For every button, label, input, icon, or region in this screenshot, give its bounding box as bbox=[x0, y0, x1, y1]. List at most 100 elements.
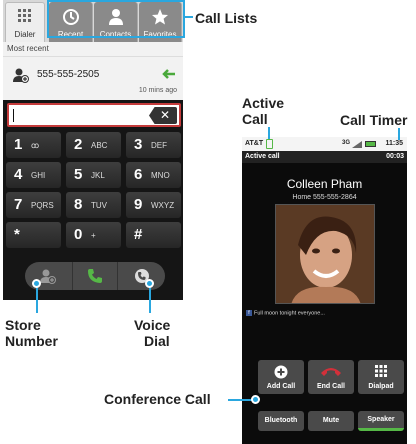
key-6[interactable]: 6 MNO bbox=[126, 162, 181, 188]
end-call-icon bbox=[321, 368, 341, 376]
tab-dialer-label: Dialer bbox=[14, 30, 36, 39]
key-letters: DEF bbox=[151, 141, 167, 150]
key-letters: + bbox=[91, 231, 96, 240]
key-letters: WXYZ bbox=[151, 201, 175, 210]
caller-name: Colleen Pham bbox=[286, 177, 363, 191]
key-9[interactable]: 9 WXYZ bbox=[126, 192, 181, 218]
key-digit: * bbox=[14, 226, 20, 243]
status-bar: AT&T 3G 11:35 bbox=[242, 137, 407, 151]
active-call-callout-line2: Call bbox=[242, 111, 268, 127]
backspace-button[interactable]: ✕ bbox=[149, 107, 177, 124]
call-lists-callout: Call Lists bbox=[195, 10, 258, 26]
key-5[interactable]: 5 JKL bbox=[66, 162, 121, 188]
key-4[interactable]: 4 GHI bbox=[6, 162, 61, 188]
section-title: Most recent bbox=[7, 44, 49, 53]
caller-photo-image bbox=[276, 205, 374, 303]
voice-dial-button[interactable] bbox=[119, 262, 165, 290]
call-status-label: Active call bbox=[245, 153, 280, 160]
voice-dial-callout-line1: Voice bbox=[134, 317, 171, 333]
mute-label: Mute bbox=[322, 417, 340, 424]
key-letters: JKL bbox=[91, 171, 105, 180]
conference-call-callout: Conference Call bbox=[104, 391, 211, 407]
recent-call-row[interactable]: 555-555-2505 10 mins ago bbox=[3, 56, 183, 100]
key-digit: 7 bbox=[14, 196, 23, 213]
callout-dot bbox=[251, 395, 260, 404]
dialpad-icon bbox=[375, 365, 387, 377]
call-timer: 00:03 bbox=[386, 153, 404, 160]
dialpad-button[interactable]: Dialpad bbox=[358, 360, 404, 394]
recent-number: 555-555-2505 bbox=[37, 69, 100, 80]
key-digit: # bbox=[134, 226, 143, 243]
active-call-callout-line1: Active bbox=[242, 95, 285, 111]
add-contact-icon bbox=[13, 68, 29, 83]
dialer-action-bar bbox=[25, 262, 165, 290]
speaker-label: Speaker bbox=[367, 416, 395, 423]
clock: 11:35 bbox=[385, 140, 403, 147]
social-status: f Full moon tonight everyone... bbox=[246, 310, 325, 316]
key-8[interactable]: 8 TUV bbox=[66, 192, 121, 218]
add-contact-icon bbox=[40, 269, 56, 284]
caller-photo bbox=[275, 204, 375, 304]
active-call-status-icon bbox=[266, 139, 273, 149]
voice-dial-callout: Voice Dial bbox=[134, 317, 170, 349]
key-letters: PQRS bbox=[31, 201, 54, 210]
callout-line bbox=[268, 127, 270, 139]
number-input[interactable]: ✕ bbox=[7, 103, 181, 127]
battery-icon bbox=[365, 141, 376, 147]
key-7[interactable]: 7 PQRS bbox=[6, 192, 61, 218]
key-digit: 9 bbox=[134, 196, 143, 213]
mute-toggle[interactable]: Mute bbox=[308, 411, 354, 431]
add-call-button[interactable]: Add Call bbox=[258, 360, 304, 394]
key-digit: 8 bbox=[74, 196, 83, 213]
incoming-call-arrow-icon bbox=[162, 69, 175, 79]
keypad-grid-icon bbox=[18, 9, 31, 22]
end-call-label: End Call bbox=[316, 383, 345, 390]
call-status-bar: Active call 00:03 bbox=[242, 151, 407, 163]
key-star[interactable]: * bbox=[6, 222, 61, 248]
dialer-screen: Dialer Recent Contacts Favorites Most re… bbox=[3, 0, 183, 300]
key-letters: ABC bbox=[91, 141, 108, 150]
bluetooth-label: Bluetooth bbox=[264, 417, 298, 424]
key-1[interactable]: 1ꝏ bbox=[6, 132, 61, 158]
speaker-toggle[interactable]: Speaker bbox=[358, 411, 404, 431]
network-label: 3G bbox=[342, 140, 351, 146]
end-call-button[interactable]: End Call bbox=[308, 360, 354, 394]
callout-line bbox=[398, 128, 400, 140]
store-number-callout: Store Number bbox=[5, 317, 58, 349]
tab-dialer[interactable]: Dialer bbox=[5, 2, 45, 42]
key-letters: MNO bbox=[151, 171, 170, 180]
key-digit: 1 bbox=[14, 136, 23, 153]
facebook-icon: f bbox=[246, 310, 252, 316]
voice-dial-callout-line2: Dial bbox=[144, 333, 170, 349]
callout-line bbox=[185, 16, 193, 18]
key-digit: 4 bbox=[14, 166, 23, 183]
key-3[interactable]: 3 DEF bbox=[126, 132, 181, 158]
key-letters: GHI bbox=[31, 171, 46, 180]
callout-dot bbox=[32, 279, 41, 288]
store-number-callout-line2: Number bbox=[5, 333, 58, 349]
phone-handset-icon bbox=[88, 269, 102, 283]
key-letters: TUV bbox=[91, 201, 107, 210]
key-hash[interactable]: # bbox=[126, 222, 181, 248]
key-digit: 5 bbox=[74, 166, 83, 183]
key-digit: 6 bbox=[134, 166, 143, 183]
caller-number: Home 555-555-2864 bbox=[292, 194, 357, 201]
dialpad-label: Dialpad bbox=[368, 383, 394, 390]
key-digit: 0 bbox=[74, 226, 83, 243]
active-call-screen: AT&T 3G 11:35 Active call 00:03 Colleen … bbox=[242, 137, 407, 444]
add-call-icon bbox=[274, 365, 288, 379]
key-2[interactable]: 2 ABC bbox=[66, 132, 121, 158]
key-digit: 2 bbox=[74, 136, 83, 153]
recent-section: Most recent 555-555-2505 10 mins ago bbox=[3, 42, 183, 100]
add-call-label: Add Call bbox=[266, 383, 296, 390]
signal-icon bbox=[352, 141, 362, 148]
close-icon: ✕ bbox=[159, 108, 171, 122]
voicemail-icon: ꝏ bbox=[31, 141, 40, 150]
call-timer-callout: Call Timer bbox=[340, 112, 408, 128]
active-call-callout: Active Call bbox=[242, 95, 284, 127]
bluetooth-toggle[interactable]: Bluetooth bbox=[258, 411, 304, 431]
key-0[interactable]: 0 + bbox=[66, 222, 121, 248]
callout-dot bbox=[145, 279, 154, 288]
call-button[interactable] bbox=[72, 262, 118, 290]
text-caret bbox=[13, 109, 14, 122]
